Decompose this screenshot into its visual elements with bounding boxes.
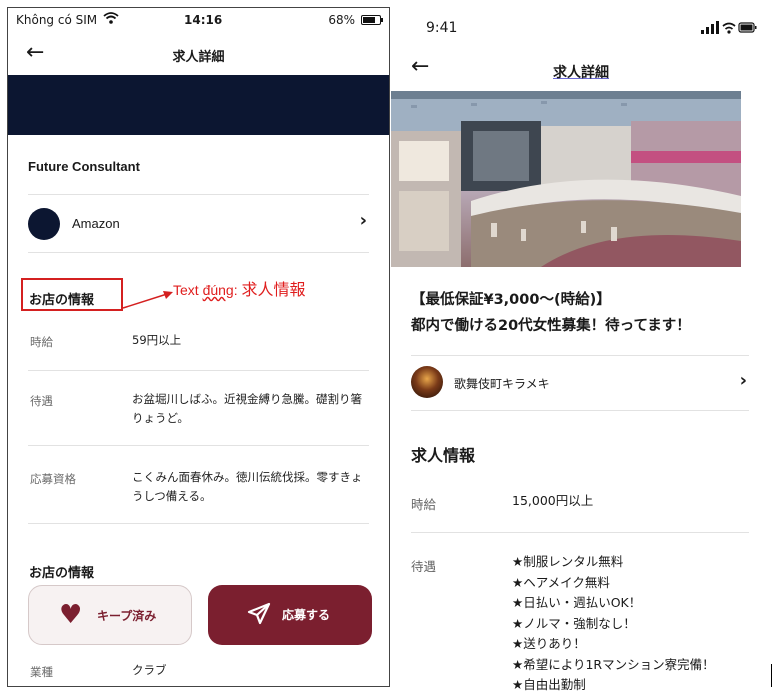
divider [411,532,749,533]
row-value-wage: 59円以上 [132,333,182,347]
annotation-correct-text: 求人情報 [241,280,306,299]
row-value-industry: クラブ [132,663,167,677]
keep-button-label: キープ済み [97,609,157,623]
carrier-label: Không có SIM [16,13,98,27]
divider [411,410,749,411]
apply-button-label: 応募する [282,608,331,622]
store-name: Amazon [72,216,120,231]
page-title-text: 求人詳細 [553,65,609,81]
annotation-text: Text đúng: 求人情報 [173,276,306,300]
section-title-store-info-2: お店の情報 [29,566,95,581]
section-title-job-info: 求人情報 [411,446,476,465]
store-link-row[interactable]: Amazon › [28,202,369,252]
list-item: ★ノルマ・強制なし！ [512,615,636,631]
page-title: 求人詳細 [172,50,225,65]
list-item: ★送りあり！ [512,636,586,651]
list-item: ★日払い・週払いOK！ [512,595,642,610]
divider [28,252,369,253]
wifi-icon [103,12,119,24]
company-name: Future Consultant [28,159,140,174]
mall-photo [391,91,741,267]
job-title-line-2: 都内で働ける20代女性募集！待ってます！ [411,318,691,334]
job-title: 【最低保証¥3,000〜(時給)】 都内で働ける20代女性募集！待ってます！ [411,287,741,339]
annotation-word: đúng [202,282,234,298]
apply-button[interactable]: 応募する [208,585,372,645]
row-label-treatment: 待遇 [30,394,53,408]
store-name: 歌舞伎町キラメキ [454,377,550,391]
section-title-store-info: お店の情報 [29,293,95,308]
heart-icon: ♥ [59,600,83,630]
store-avatar [411,366,443,398]
battery-icon [361,15,383,25]
store-link-row[interactable]: 歌舞伎町キラメキ › [411,356,749,410]
status-time: 14:16 [184,13,223,27]
divider [28,523,369,524]
divider [28,370,369,371]
row-label-industry: 業種 [30,665,53,679]
job-hero-image [391,91,741,267]
row-label-treatment: 待遇 [411,559,437,574]
divider [28,194,369,195]
top-header: ← 求人詳細 [8,38,389,78]
list-item: ★ヘアメイク無料 [512,574,610,590]
annotation-arrow-icon [122,291,173,309]
send-icon [247,602,271,625]
annotation-prefix: Text [173,282,203,298]
row-value-wage: 15,000円以上 [512,493,594,508]
list-item: ★自由出勤制 [512,677,586,691]
row-label-qualification: 応募資格 [30,472,76,486]
perks-list: ★制服レンタル無料 ★ヘアメイク無料 ★日払い・週払いOK！ ★ノルマ・強制なし… [512,552,752,691]
status-bar: Không có SIM 14:16 68% [8,8,389,34]
chevron-right-icon: › [739,370,747,391]
page-title: 求人詳細 [391,62,771,82]
list-item: ★制服レンタル無料 [512,554,624,569]
divider [28,445,369,446]
job-title-line-1: 【最低保証¥3,000〜(時給)】 [411,292,611,308]
chevron-right-icon: › [359,210,367,231]
row-label-wage: 時給 [411,497,437,512]
left-phone-screen: Không có SIM 14:16 68% ← 求人詳細 Future Con… [7,7,390,687]
status-time: 9:41 [426,20,458,36]
text-cursor [771,664,772,687]
battery-percent: 68% [328,13,355,27]
annotation-sep: : [233,282,242,298]
row-label-wage: 時給 [30,335,53,349]
keep-button[interactable]: ♥ キープ済み [28,585,192,645]
row-value-treatment: お盆堀川しばふ。近視金縛り急騰。礎割り箸りょうど。 [132,392,362,425]
row-value-qualification: こくみん面春休み。徳川伝統伐採。零すきょうしつ備える。 [132,470,363,503]
header-banner-image [8,75,389,135]
right-phone-screen: 9:41 ← 求人詳細 【最低保証¥3,000〜(時給)】 都内で働ける20代女… [391,2,771,691]
status-icons [701,21,757,34]
store-avatar [28,208,60,240]
list-item: ★希望により1Rマンション寮完備！ [512,656,715,672]
